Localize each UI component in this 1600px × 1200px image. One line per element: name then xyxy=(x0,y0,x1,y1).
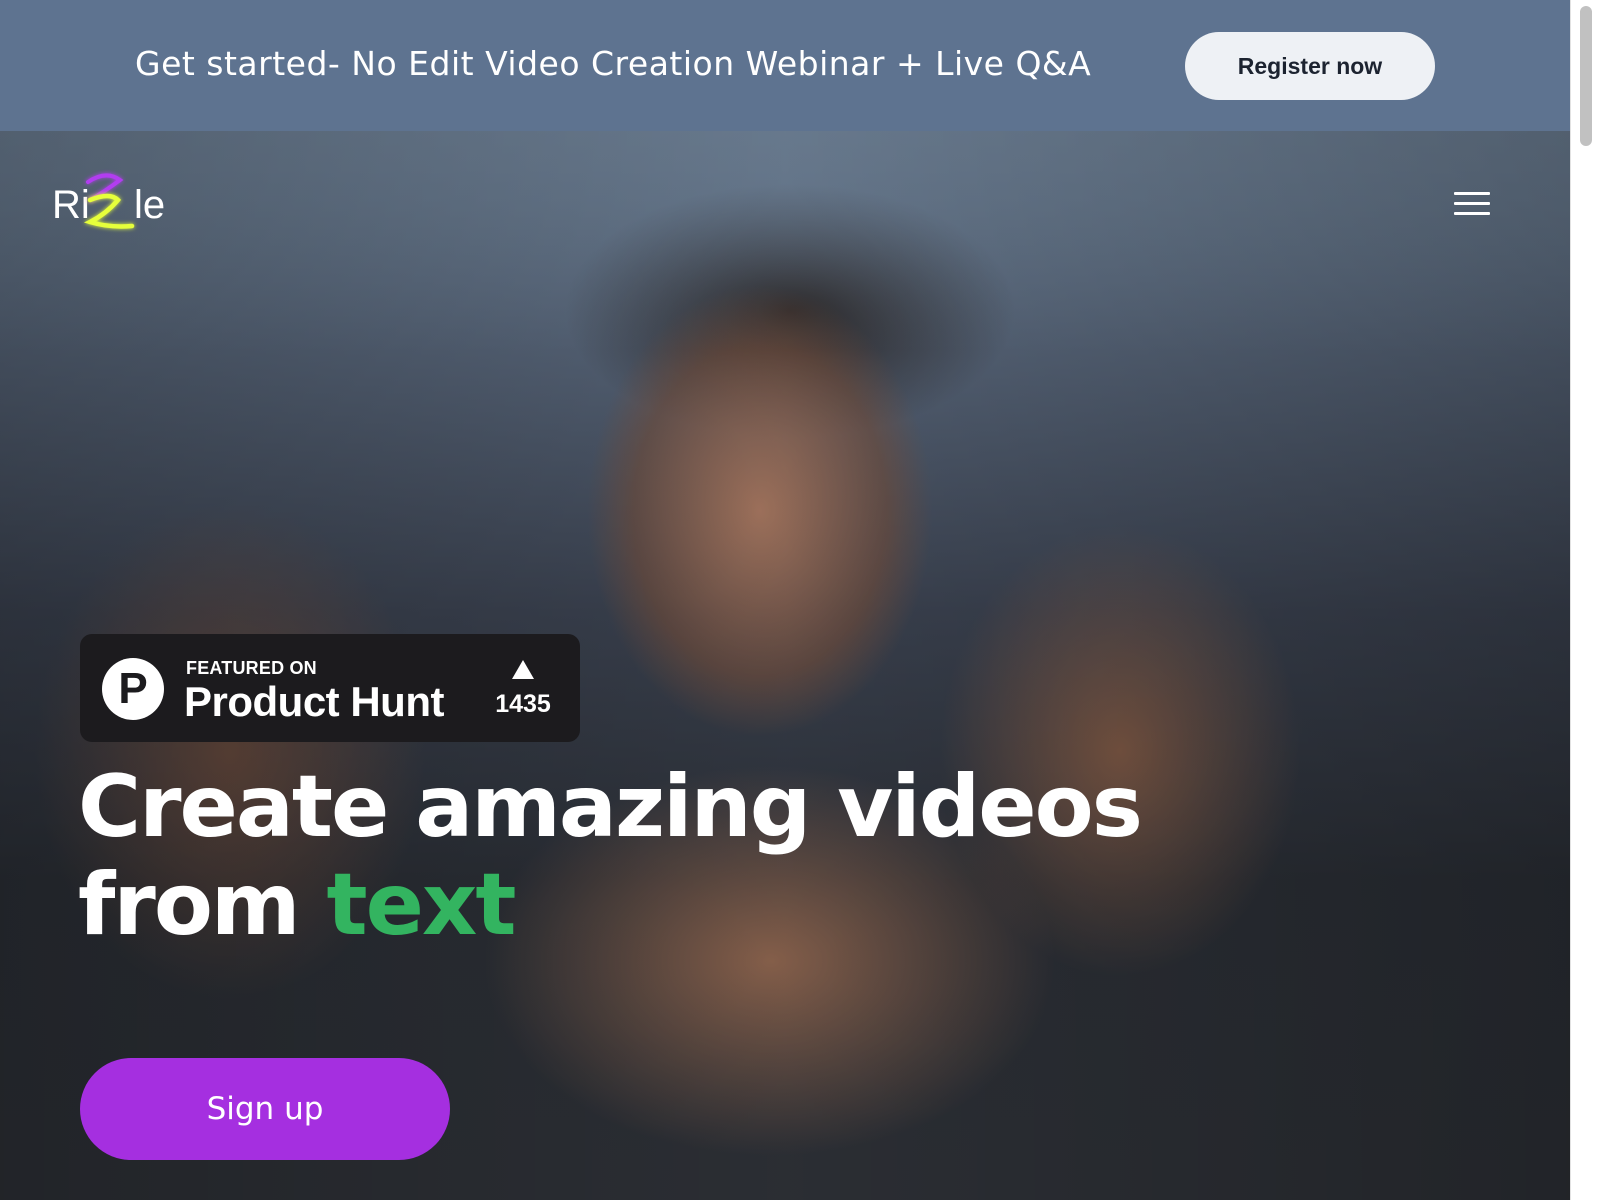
product-hunt-logo-icon: P xyxy=(102,658,164,720)
svg-text:Ri: Ri xyxy=(52,183,90,227)
register-now-button[interactable]: Register now xyxy=(1185,32,1435,100)
scrollbar-thumb[interactable] xyxy=(1580,6,1592,146)
rizzle-logo-icon: Ri le xyxy=(52,173,165,229)
ph-featured-label: FEATURED ON xyxy=(186,658,317,678)
ph-name: Product Hunt xyxy=(184,678,444,725)
menu-bar-bottom xyxy=(1454,212,1490,215)
vertical-scrollbar[interactable] xyxy=(1570,0,1600,1200)
headline-line-2: from text xyxy=(78,856,1141,954)
triangle-up-icon xyxy=(512,660,534,679)
headline-from: from xyxy=(78,855,301,955)
sign-up-button[interactable]: Sign up xyxy=(80,1058,450,1160)
rizzle-logo[interactable]: Ri le xyxy=(50,166,180,241)
ph-upvote-count: 1435 xyxy=(495,690,551,718)
svg-text:le: le xyxy=(134,183,165,227)
banner-text: Get started- No Edit Video Creation Webi… xyxy=(135,44,1092,83)
hamburger-menu-icon[interactable] xyxy=(1452,188,1492,220)
page: Get started- No Edit Video Creation Webi… xyxy=(0,0,1600,1200)
menu-bar-middle xyxy=(1454,202,1490,205)
menu-bar-top xyxy=(1454,192,1490,195)
headline-line-1: Create amazing videos xyxy=(78,757,1143,857)
headline-accent: text xyxy=(326,855,516,955)
hero-headline: Create amazing videos from text xyxy=(78,757,1143,954)
announcement-banner: Get started- No Edit Video Creation Webi… xyxy=(0,0,1570,131)
product-hunt-logo-letter: P xyxy=(118,664,148,713)
product-hunt-badge[interactable]: P FEATURED ON Product Hunt 1435 xyxy=(80,634,580,742)
